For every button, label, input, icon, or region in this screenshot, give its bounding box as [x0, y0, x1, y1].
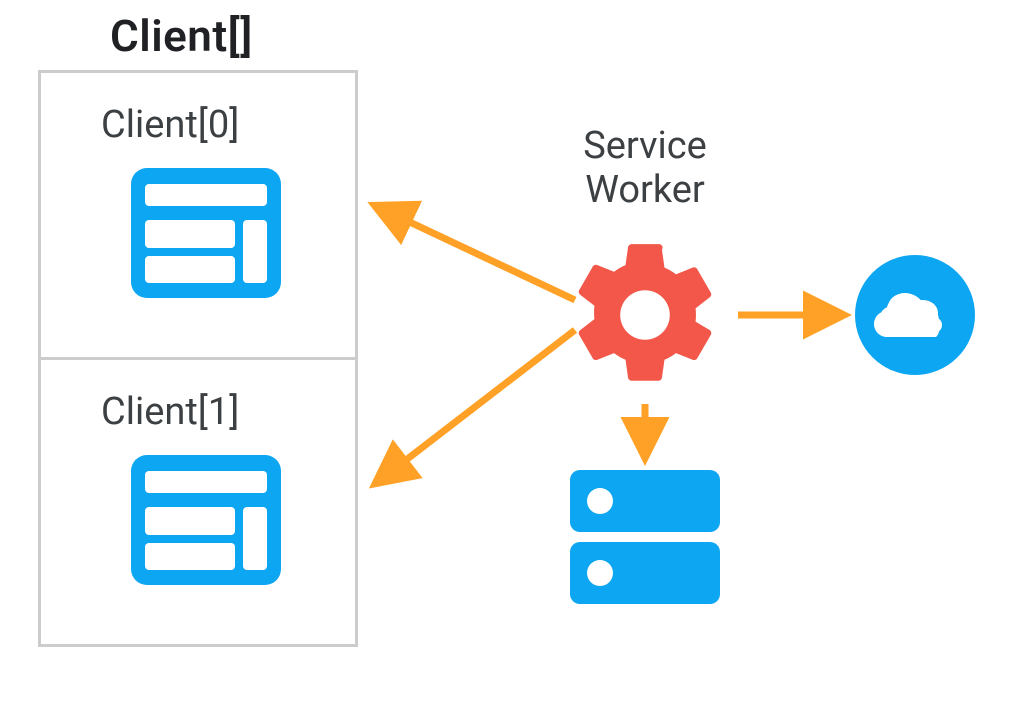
clients-title: Client[] [110, 10, 253, 62]
cloud-icon [855, 255, 975, 375]
arrow-sw-to-client0 [380, 208, 575, 300]
browser-icon [131, 455, 281, 585]
diagram-stage: Client[] Client[0] Client[1] [0, 0, 1010, 702]
sw-label-line2: Worker [585, 168, 705, 212]
server-icon [570, 470, 720, 610]
client0-box: Client[0] [38, 70, 358, 360]
client1-box: Client[1] [38, 357, 358, 647]
client0-label: Client[0] [101, 103, 239, 147]
gear-icon [560, 230, 730, 400]
client1-label: Client[1] [101, 390, 239, 434]
arrow-sw-to-client1 [380, 330, 575, 480]
service-worker-label: Service Worker [555, 125, 735, 212]
sw-label-line1: Service [583, 124, 707, 168]
browser-icon [131, 168, 281, 298]
